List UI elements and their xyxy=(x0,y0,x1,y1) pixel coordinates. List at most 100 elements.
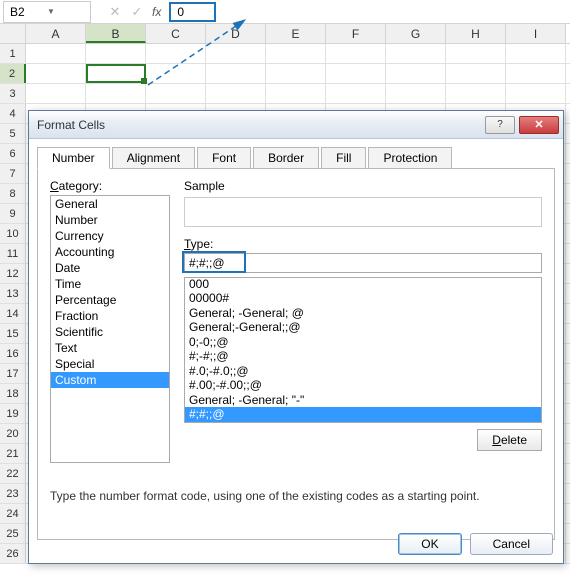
row-header-11[interactable]: 11 xyxy=(0,244,26,263)
cell-H1[interactable] xyxy=(446,44,506,63)
row-header-13[interactable]: 13 xyxy=(0,284,26,303)
cell-F1[interactable] xyxy=(326,44,386,63)
category-item[interactable]: General xyxy=(51,196,169,212)
type-option[interactable]: #;-#;;@ xyxy=(185,349,541,364)
type-list[interactable]: 000000000000#General; -General; @General… xyxy=(184,277,542,423)
cell-E1[interactable] xyxy=(266,44,326,63)
type-option[interactable]: 0;-0;;@ xyxy=(185,335,541,350)
row-header-17[interactable]: 17 xyxy=(0,364,26,383)
row-header-24[interactable]: 24 xyxy=(0,504,26,523)
row-header-7[interactable]: 7 xyxy=(0,164,26,183)
ok-button[interactable]: OK xyxy=(398,533,461,555)
row-header-8[interactable]: 8 xyxy=(0,184,26,203)
col-header-C[interactable]: C xyxy=(146,24,206,43)
row-header-1[interactable]: 1 xyxy=(0,44,26,63)
cell-A3[interactable] xyxy=(26,84,86,103)
cell-G3[interactable] xyxy=(386,84,446,103)
col-header-F[interactable]: F xyxy=(326,24,386,43)
cell-A1[interactable] xyxy=(26,44,86,63)
dialog-titlebar[interactable]: Format Cells ? ✕ xyxy=(29,111,563,139)
tab-fill[interactable]: Fill xyxy=(321,147,366,168)
type-option[interactable]: General; -General; @ xyxy=(185,306,541,321)
col-header-G[interactable]: G xyxy=(386,24,446,43)
category-item[interactable]: Percentage xyxy=(51,292,169,308)
category-item[interactable]: Fraction xyxy=(51,308,169,324)
col-header-I[interactable]: I xyxy=(506,24,566,43)
cell-I1[interactable] xyxy=(506,44,566,63)
tab-protection[interactable]: Protection xyxy=(368,147,452,168)
cancel-button[interactable]: Cancel xyxy=(470,533,553,555)
type-option[interactable]: #.00;-#.00;;@ xyxy=(185,378,541,393)
row-header-16[interactable]: 16 xyxy=(0,344,26,363)
cell-G1[interactable] xyxy=(386,44,446,63)
row-header-10[interactable]: 10 xyxy=(0,224,26,243)
category-item[interactable]: Custom xyxy=(51,372,169,388)
cell-D2[interactable] xyxy=(206,64,266,83)
row-header-23[interactable]: 23 xyxy=(0,484,26,503)
category-item[interactable]: Text xyxy=(51,340,169,356)
close-button[interactable]: ✕ xyxy=(519,116,559,134)
row-header-25[interactable]: 25 xyxy=(0,524,26,543)
row-header-6[interactable]: 6 xyxy=(0,144,26,163)
cell-H3[interactable] xyxy=(446,84,506,103)
delete-button[interactable]: Delete xyxy=(477,429,542,451)
row-header-19[interactable]: 19 xyxy=(0,404,26,423)
cell-A2[interactable] xyxy=(26,64,86,83)
type-input[interactable] xyxy=(184,253,542,273)
type-option[interactable]: 000 xyxy=(185,277,541,291)
cell-G2[interactable] xyxy=(386,64,446,83)
row-header-9[interactable]: 9 xyxy=(0,204,26,223)
cell-C3[interactable] xyxy=(146,84,206,103)
type-option[interactable]: General;-General;;@ xyxy=(185,320,541,335)
category-item[interactable]: Currency xyxy=(51,228,169,244)
tab-number[interactable]: Number xyxy=(37,147,110,169)
col-header-B[interactable]: B xyxy=(86,24,146,43)
cell-C1[interactable] xyxy=(146,44,206,63)
col-header-D[interactable]: D xyxy=(206,24,266,43)
row-header-20[interactable]: 20 xyxy=(0,424,26,443)
row-header-21[interactable]: 21 xyxy=(0,444,26,463)
category-item[interactable]: Special xyxy=(51,356,169,372)
cell-F3[interactable] xyxy=(326,84,386,103)
name-box-dropdown-icon[interactable]: ▼ xyxy=(47,7,84,16)
cell-F2[interactable] xyxy=(326,64,386,83)
row-header-26[interactable]: 26 xyxy=(0,544,26,563)
row-header-22[interactable]: 22 xyxy=(0,464,26,483)
type-option[interactable]: #;#;;@ xyxy=(185,407,541,422)
row-header-15[interactable]: 15 xyxy=(0,324,26,343)
cell-C2[interactable] xyxy=(146,64,206,83)
cell-I3[interactable] xyxy=(506,84,566,103)
type-option[interactable]: 00000# xyxy=(185,291,541,306)
row-header-4[interactable]: 4 xyxy=(0,104,26,123)
tab-alignment[interactable]: Alignment xyxy=(112,147,195,168)
row-header-12[interactable]: 12 xyxy=(0,264,26,283)
name-box[interactable]: B2 ▼ xyxy=(3,1,91,23)
cell-B3[interactable] xyxy=(86,84,146,103)
category-item[interactable]: Date xyxy=(51,260,169,276)
help-button[interactable]: ? xyxy=(485,116,515,134)
cell-B1[interactable] xyxy=(86,44,146,63)
cell-D1[interactable] xyxy=(206,44,266,63)
row-header-14[interactable]: 14 xyxy=(0,304,26,323)
row-header-3[interactable]: 3 xyxy=(0,84,26,103)
tab-border[interactable]: Border xyxy=(253,147,319,168)
category-item[interactable]: Number xyxy=(51,212,169,228)
cell-E3[interactable] xyxy=(266,84,326,103)
category-item[interactable]: Scientific xyxy=(51,324,169,340)
cell-H2[interactable] xyxy=(446,64,506,83)
type-option[interactable]: #.0;-#.0;;@ xyxy=(185,364,541,379)
row-header-18[interactable]: 18 xyxy=(0,384,26,403)
row-header-2[interactable]: 2 xyxy=(0,64,26,83)
type-option[interactable]: General; -General; "-" xyxy=(185,393,541,408)
cell-D3[interactable] xyxy=(206,84,266,103)
cell-B2[interactable] xyxy=(86,64,146,83)
category-list[interactable]: GeneralNumberCurrencyAccountingDateTimeP… xyxy=(50,195,170,463)
row-header-5[interactable]: 5 xyxy=(0,124,26,143)
tab-font[interactable]: Font xyxy=(197,147,251,168)
cell-E2[interactable] xyxy=(266,64,326,83)
cell-I2[interactable] xyxy=(506,64,566,83)
select-all-corner[interactable] xyxy=(0,24,26,43)
col-header-A[interactable]: A xyxy=(26,24,86,43)
category-item[interactable]: Accounting xyxy=(51,244,169,260)
category-item[interactable]: Time xyxy=(51,276,169,292)
